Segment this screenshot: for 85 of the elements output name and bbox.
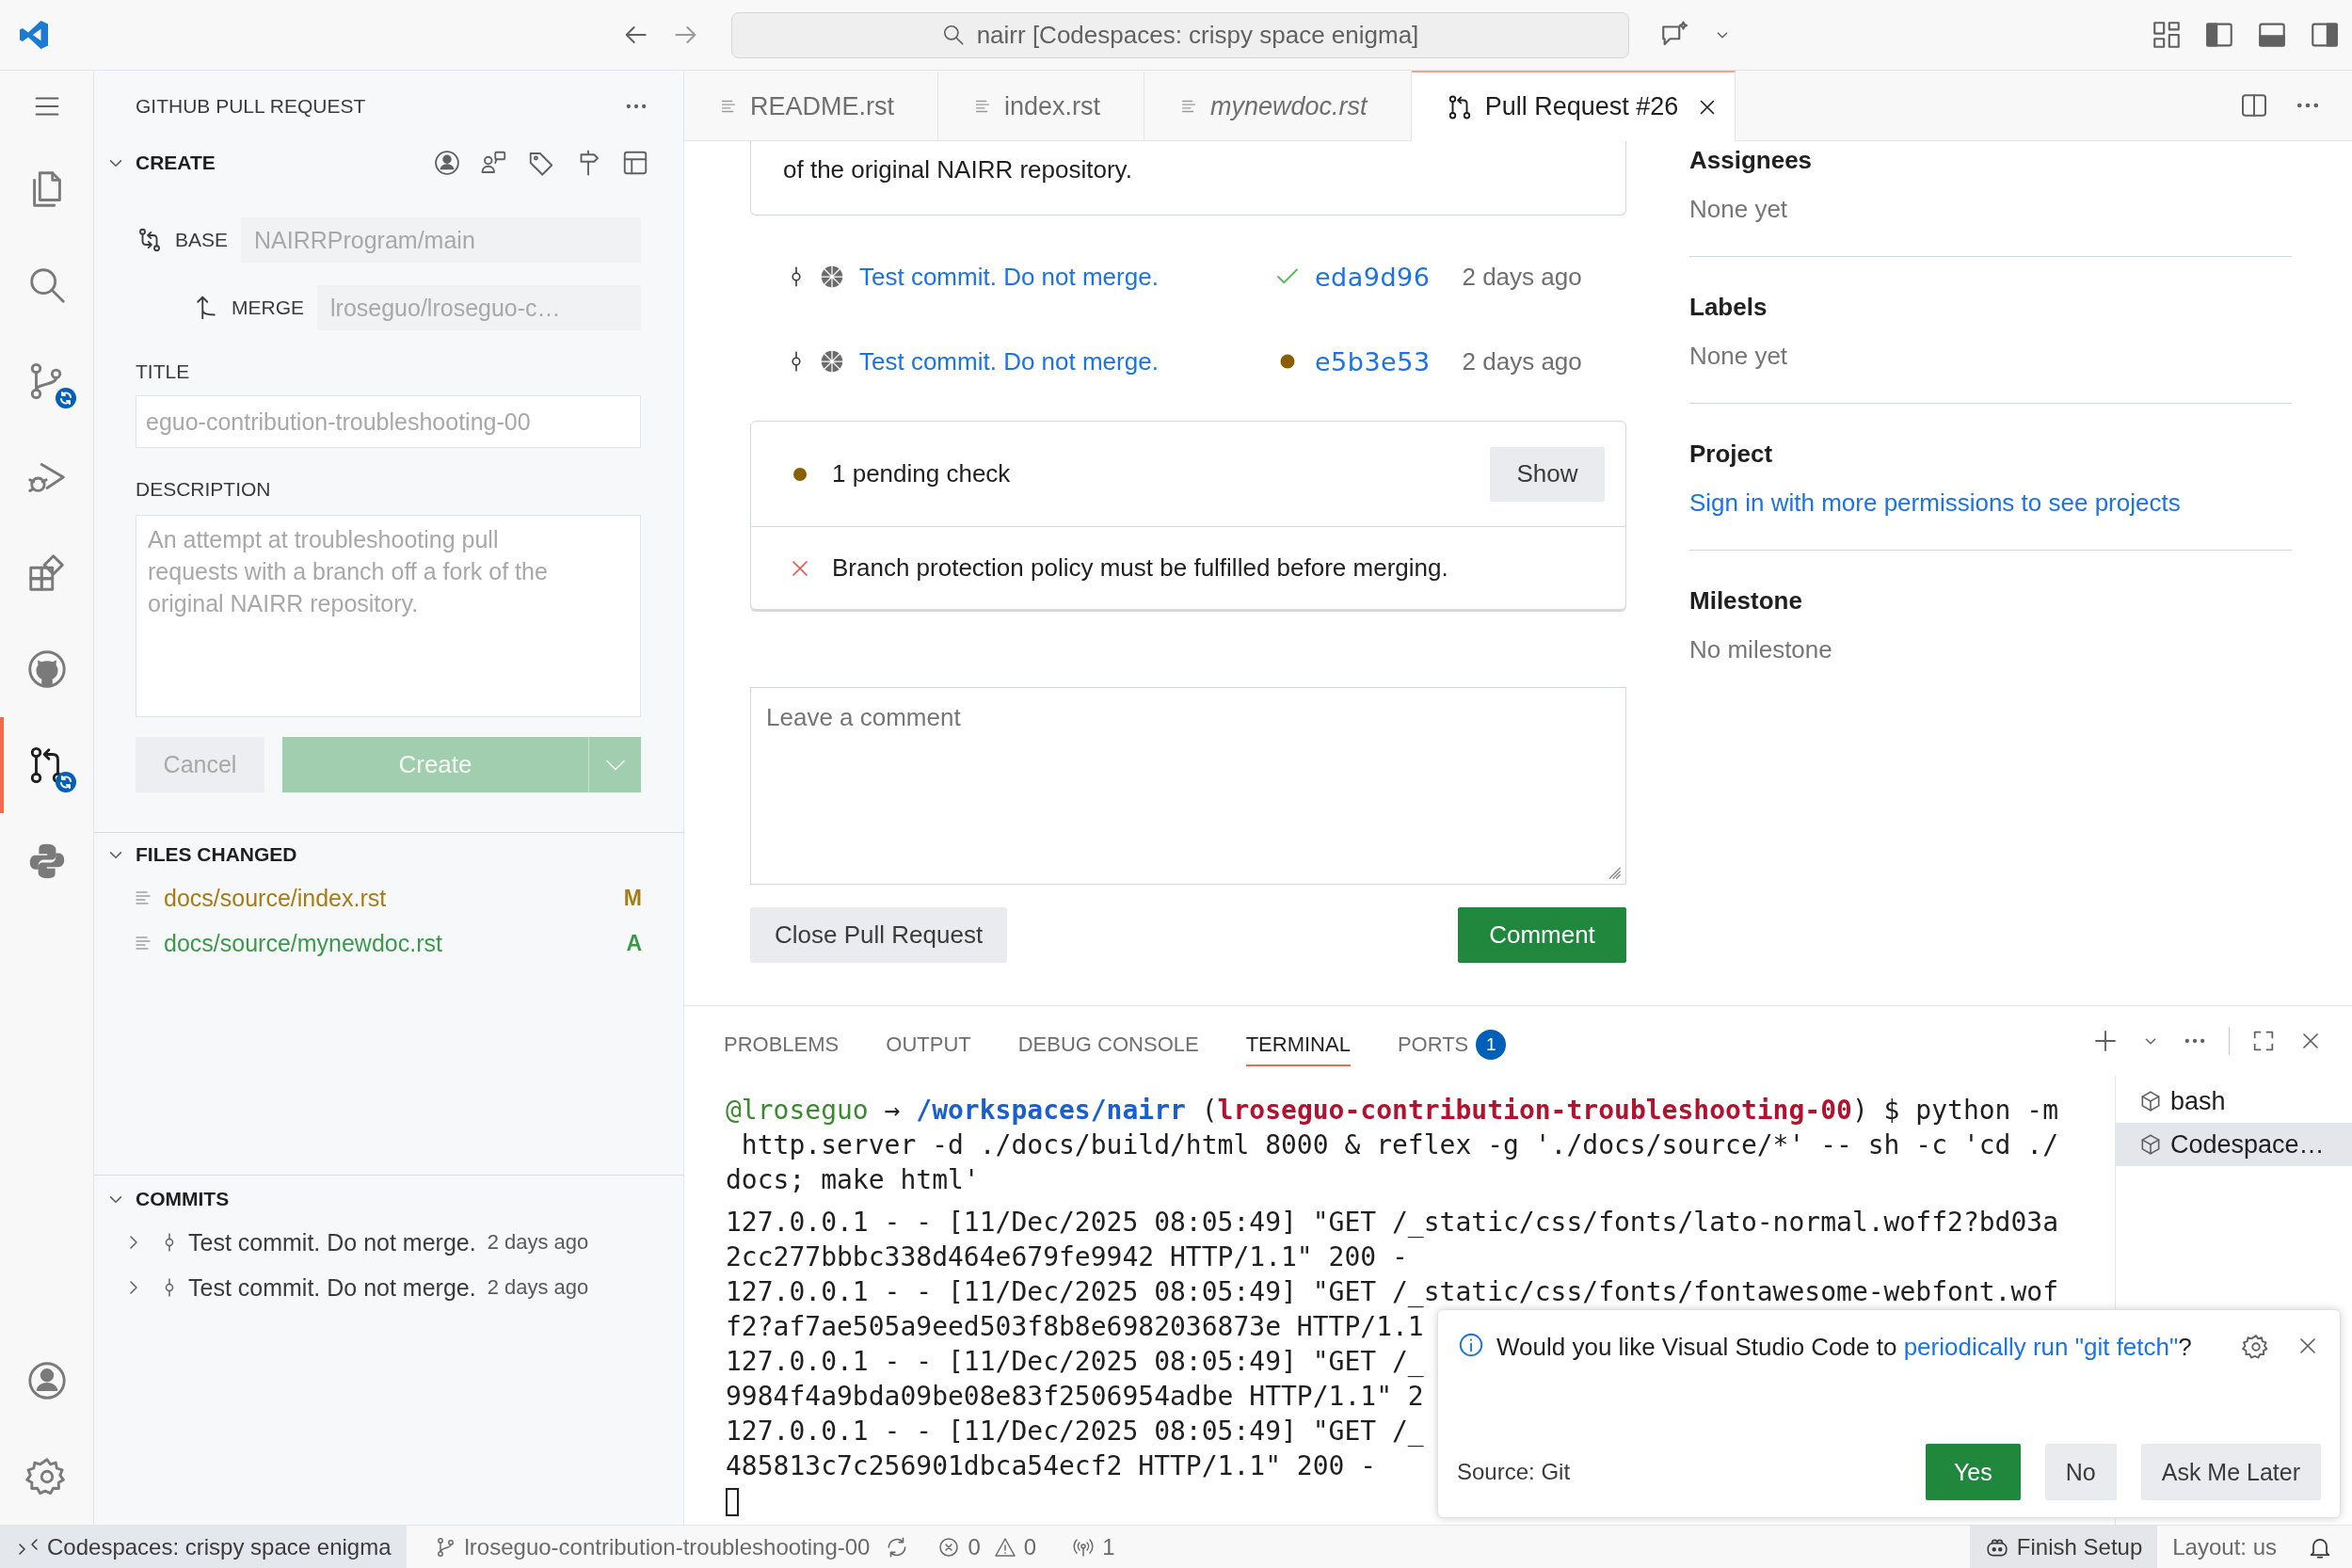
editor-tab[interactable]: index.rst [938,71,1145,140]
detail-heading: Milestone [1689,585,1803,616]
panel-tab[interactable]: OUTPUT [886,1023,971,1066]
commit-link[interactable]: Test commit. Do not merge. [859,346,1273,376]
terminal-list-item[interactable]: Codespace… [2116,1123,2352,1166]
terminal-line: 9984f4a9bda09be08e83f2506954adbe HTTP/1.1" 2 [726,1380,1424,1414]
editor-tab[interactable]: Pull Request #26 [1411,71,1736,141]
warning-icon [993,1535,1016,1559]
problems-indicator[interactable]: 0 0 [922,1526,1058,1568]
comment-button[interactable]: Comment [1458,907,1626,963]
problem-count: 0 [968,1533,981,1560]
detail-heading: Assignees [1689,145,1814,176]
notification-source: Source: Git [1457,1459,1571,1485]
notification-button[interactable]: Ask Me Later [2140,1444,2321,1500]
notification-button[interactable]: No [2044,1444,2117,1500]
finish-setup-button[interactable]: Finish Setup [1969,1526,2158,1568]
terminal-line: 127.0.0.1 - - [11/Dec/2025 08:05:49] "GET /_ [726,1415,1424,1448]
detail-value: None yet [1689,194,1789,225]
commit-message[interactable]: Test commit. Do not merge. [188,1228,476,1256]
notification-button[interactable]: Yes [1925,1444,2021,1500]
terminal-line: http.server -d ./docs/build/html 8000 & reflex -g './docs/source/*' -- sh -c 'cd ./ [740,1128,2059,1162]
file-status: M [623,885,642,911]
terminal-line: 127.0.0.1 - - [11/Dec/2025 08:05:49] "GET /_ [726,1345,1424,1379]
terminal-line: 127.0.0.1 - - [11/Dec/2025 08:05:49] "GET /_static/css/fonts/fontawesome-webfont.wof [726,1275,2059,1309]
info-icon [1457,1331,1485,1359]
terminal-cursor [726,1488,739,1516]
editor-tab[interactable]: mynewdoc.rst [1144,71,1412,140]
remote-indicator[interactable]: Codespaces: crispy space enigma [0,1526,407,1568]
problem-count: 0 [1023,1533,1037,1560]
section-header[interactable]: FILES CHANGED [136,842,297,866]
panel-tab[interactable]: PROBLEMS [724,1023,840,1066]
terminal-line: @lroseguo → /workspaces/nairr (lroseguo-contribution-troubleshooting-00) $ python -m [726,1094,2059,1128]
commit-time: 2 days ago [1462,346,1582,376]
merge-label: MERGE [232,296,304,319]
logo-icon [17,18,51,52]
commit-hash-link[interactable]: eda9d96 [1315,262,1431,292]
commit-time: 2 days ago [1462,262,1582,292]
terminal-line: docs; make html' [726,1163,980,1197]
section-header[interactable]: COMMITS [136,1187,230,1210]
avatar-icon [818,263,846,291]
terminal-line: f2?af7ae505a9eed503f8b8e6982036873e HTTP/1.1 [726,1310,1424,1344]
count-badge: 1 [1476,1030,1507,1060]
search-field[interactable]: nairr [Codespaces: crispy space enigma] [730,11,1629,58]
keyboard-layout-indicator[interactable]: Layout: us [2157,1526,2292,1568]
detail-heading: Project [1689,439,1774,470]
git-fetch-link[interactable]: periodically run "git fetch" [1903,1333,2179,1361]
permissions-link[interactable]: Sign in with more permissions to see projects [1689,487,2181,519]
file-link[interactable]: docs/source/mynewdoc.rst [164,929,442,957]
detail-value: No milestone [1689,634,1833,665]
branch-indicator[interactable]: lroseguo-contribution-troubleshooting-00 [419,1526,886,1568]
editor-tab[interactable]: README.rst [684,71,938,140]
terminal-list-item[interactable]: bash [2116,1080,2352,1123]
show-button[interactable]: Show [1490,446,1605,502]
commit-hash-link[interactable]: e5b3e53 [1315,346,1431,376]
close-pull-request-button[interactable]: Close Pull Request [750,907,1008,963]
avatar-icon [818,347,846,376]
ports-indicator[interactable]: 1 [1057,1526,1130,1568]
base-label: BASE [175,229,229,251]
panel-tab[interactable]: TERMINAL [1245,1023,1351,1066]
check-status-text: Branch protection policy must be fulfilled before merging. [832,553,1448,583]
settings-icon[interactable] [2242,1333,2270,1361]
comment-field[interactable]: Leave a comment [750,687,1626,885]
sidebar-title: GITHUB PULL REQUEST [136,94,366,118]
commit-time: 2 days ago [487,1230,589,1255]
description-text: of the original NAIRR repository. [783,155,1132,184]
error-icon [937,1535,961,1559]
panel-tab[interactable]: PORTS 1 [1397,1020,1507,1069]
commit-link[interactable]: Test commit. Do not merge. [859,262,1273,292]
description-label: DESCRIPTION [136,477,272,502]
assignee-icon[interactable] [433,148,461,177]
notification-message: Would you like Visual Studio Code to periodically run "git fetch"? [1496,1332,2193,1363]
detail-heading: Labels [1689,292,1768,323]
layout-icon[interactable] [2151,19,2183,51]
search-text: nairr [Codespaces: crispy space enigma] [976,20,1419,50]
terminal-line: 127.0.0.1 - - [11/Dec/2025 08:05:49] "GET /_static/css/fonts/lato-normal.woff2?bd03a [726,1206,2059,1240]
commit-time: 2 days ago [487,1275,589,1300]
file-link[interactable]: docs/source/index.rst [164,884,387,912]
terminal-line: 485813c7c256901dbca54ecf2 HTTP/1.1" 200 - [726,1449,1377,1483]
commit-message[interactable]: Test commit. Do not merge. [188,1273,476,1302]
check-status-text: 1 pending check [832,459,1011,488]
detail-value: None yet [1689,341,1789,372]
panel-tab[interactable]: DEBUG CONSOLE [1017,1023,1199,1066]
terminal-line: 2cc277bbbc338d464e679fe9942 HTTP/1.1" 200 - [726,1240,1408,1274]
file-status: A [626,930,642,956]
title-label: TITLE [136,360,191,384]
